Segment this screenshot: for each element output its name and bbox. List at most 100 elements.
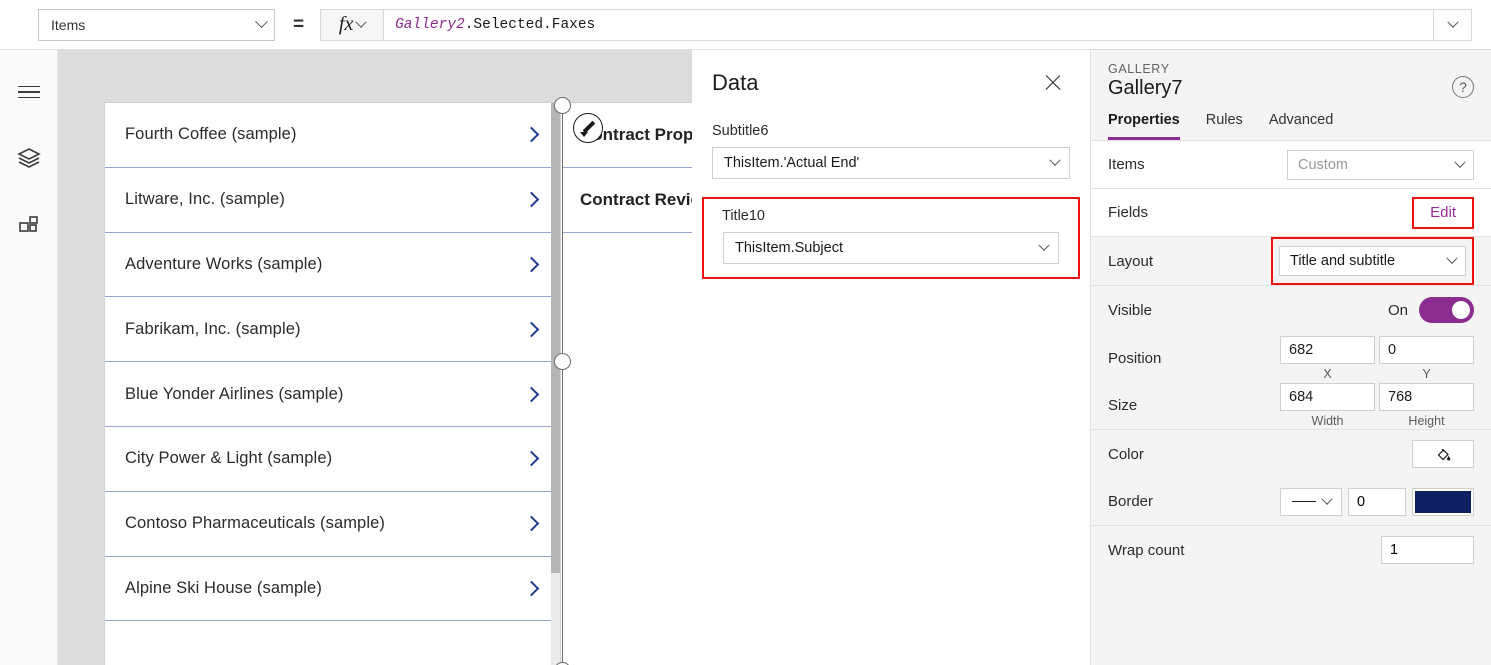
items-select[interactable]: Custom <box>1287 149 1474 180</box>
formula-rest: .Selected.Faxes <box>464 16 596 33</box>
list-item[interactable]: Adventure Works (sample) <box>105 232 560 298</box>
size-height-input[interactable]: 768 <box>1379 383 1474 411</box>
wrap-count-input[interactable]: 1 <box>1381 536 1474 564</box>
hamburger-menu-icon <box>17 85 40 99</box>
row-position-label: Position <box>1108 349 1162 367</box>
items-select-value: Custom <box>1298 156 1348 173</box>
data-field-select[interactable]: ThisItem.'Actual End' <box>712 147 1070 179</box>
formula-expand-button[interactable] <box>1434 8 1472 41</box>
gallery-scrollbar[interactable] <box>551 103 560 665</box>
layout-select-value: Title and subtitle <box>1290 253 1396 269</box>
screens-button[interactable] <box>9 140 49 180</box>
visible-toggle-group: On <box>1388 297 1474 323</box>
row-border: Border 0 <box>1091 478 1491 526</box>
chevron-right-icon[interactable] <box>514 321 548 338</box>
left-icon-rail <box>0 50 58 665</box>
tab-properties[interactable]: Properties <box>1108 112 1180 140</box>
list-item[interactable]: Blue Yonder Airlines (sample) <box>105 362 560 427</box>
property-select[interactable]: Items <box>38 8 275 41</box>
tab-rules[interactable]: Rules <box>1206 112 1243 140</box>
position-x-input[interactable]: 682 <box>1280 335 1375 364</box>
chevron-down-icon <box>1038 239 1050 251</box>
row-color: Color <box>1091 430 1491 478</box>
list-item[interactable]: Contoso Pharmaceuticals (sample) <box>105 491 560 557</box>
list-item[interactable]: Litware, Inc. (sample) <box>105 167 560 233</box>
row-fields: Fields Edit <box>1091 189 1491 237</box>
gallery-detail-list[interactable]: Contract Proposal Contract Review <box>562 103 692 665</box>
list-item-title: Litware, Inc. (sample) <box>125 190 285 209</box>
gallery-browse-list[interactable]: Fourth Coffee (sample) Litware, Inc. (sa… <box>105 103 561 665</box>
position-x-caption: X <box>1323 366 1332 381</box>
data-field-select[interactable]: ThisItem.Subject <box>723 232 1059 264</box>
list-item-title: Alpine Ski House (sample) <box>125 578 322 597</box>
list-item[interactable]: Contract Review <box>562 168 692 233</box>
list-item-title: City Power & Light (sample) <box>125 449 333 468</box>
position-y-input[interactable]: 0 <box>1379 335 1474 364</box>
app-root: Items = fx Gallery2 .Selected.Faxes Four… <box>0 0 1491 665</box>
list-item[interactable]: Fabrikam, Inc. (sample) <box>105 297 560 363</box>
fields-edit-highlight: Edit <box>1412 196 1474 229</box>
components-button[interactable] <box>9 208 49 248</box>
position-x-cell: 682 X <box>1280 335 1375 381</box>
help-icon[interactable]: ? <box>1452 76 1474 98</box>
fields-edit-link[interactable]: Edit <box>1430 204 1456 221</box>
chevron-right-icon[interactable] <box>514 256 548 273</box>
list-item-title: Fourth Coffee (sample) <box>125 125 297 144</box>
data-panel-header: Data <box>692 50 1090 96</box>
row-wrap-count-label: Wrap count <box>1108 541 1185 559</box>
row-items-label: Items <box>1108 156 1145 173</box>
list-item[interactable]: City Power & Light (sample) <box>105 426 560 492</box>
list-item[interactable]: Alpine Ski House (sample) <box>105 556 560 622</box>
edit-badge-button[interactable] <box>573 113 603 143</box>
row-visible: Visible On <box>1091 286 1491 334</box>
layers-icon <box>16 145 42 176</box>
selection-handle-middle[interactable] <box>554 353 571 370</box>
list-item-title: Fabrikam, Inc. (sample) <box>125 319 301 338</box>
list-item-title: Adventure Works (sample) <box>125 254 323 273</box>
row-layout: Layout Title and subtitle <box>1091 237 1491 286</box>
close-icon[interactable] <box>1040 70 1066 96</box>
row-size-label: Size <box>1108 397 1138 414</box>
layout-select-highlight: Title and subtitle <box>1271 237 1474 285</box>
chevron-down-icon <box>355 16 367 28</box>
chevron-right-icon[interactable] <box>514 451 548 467</box>
control-type-label: GALLERY <box>1108 62 1170 76</box>
selection-edge-left <box>562 103 564 665</box>
position-inputs: 682 X 0 Y <box>1280 335 1474 381</box>
color-fill-button[interactable] <box>1412 440 1474 468</box>
properties-panel: GALLERY Gallery7 ? Properties Rules Adva… <box>1091 50 1491 665</box>
data-field-value: ThisItem.'Actual End' <box>724 155 860 171</box>
property-select-value: Items <box>51 16 86 33</box>
border-style-select[interactable] <box>1280 487 1342 516</box>
hamburger-menu-button[interactable] <box>9 72 49 112</box>
chevron-right-icon[interactable] <box>514 127 548 143</box>
list-item-title: Contract Review <box>580 189 692 209</box>
row-items: Items Custom <box>1091 141 1491 189</box>
chevron-right-icon[interactable] <box>514 580 548 597</box>
app-canvas[interactable]: Fourth Coffee (sample) Litware, Inc. (sa… <box>58 50 692 665</box>
chevron-right-icon[interactable] <box>514 386 548 402</box>
equals-sign: = <box>293 13 305 35</box>
position-y-cell: 0 Y <box>1379 335 1474 381</box>
tab-advanced[interactable]: Advanced <box>1269 112 1334 140</box>
layout-select[interactable]: Title and subtitle <box>1279 246 1466 276</box>
border-color-swatch[interactable] <box>1412 487 1474 516</box>
border-thickness-input[interactable]: 0 <box>1348 487 1406 516</box>
list-item[interactable]: Fourth Coffee (sample) <box>105 103 560 168</box>
chevron-right-icon[interactable] <box>514 191 548 208</box>
chevron-down-icon <box>255 15 268 29</box>
fx-button[interactable]: fx <box>320 8 385 41</box>
data-panel-title: Data <box>712 70 759 95</box>
row-fields-label: Fields <box>1108 204 1149 221</box>
size-width-input[interactable]: 684 <box>1280 383 1375 411</box>
formula-input[interactable]: Gallery2 .Selected.Faxes <box>384 8 1434 41</box>
data-field-label: Title10 <box>722 208 765 224</box>
chevron-right-icon[interactable] <box>514 515 548 532</box>
data-field-title-highlight: Title10 ThisItem.Subject <box>702 197 1080 279</box>
list-item-title: Blue Yonder Airlines (sample) <box>125 384 344 403</box>
visible-toggle[interactable] <box>1419 297 1474 323</box>
selection-handle-top[interactable] <box>554 97 571 114</box>
border-controls: 0 <box>1280 487 1474 516</box>
chevron-down-icon <box>1049 154 1061 166</box>
gallery-scrollbar-thumb[interactable] <box>551 103 560 573</box>
